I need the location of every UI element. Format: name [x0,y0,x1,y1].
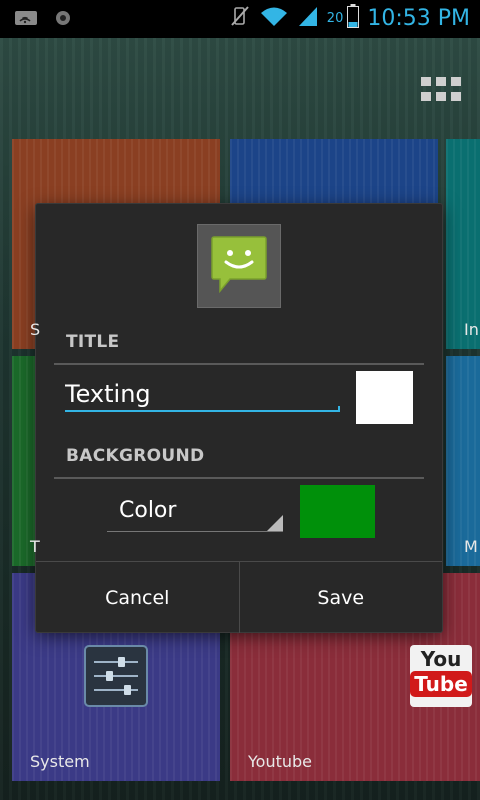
edit-tile-dialog: TITLE BACKGROUND Color Cancel Save [36,204,442,633]
battery-level: 20 [326,10,344,26]
clock: 10:53 PM [367,5,470,31]
youtube-logo-text-bottom: Tube [410,671,472,697]
select-underline [107,531,283,532]
status-bar: 20 10:53 PM [0,0,480,38]
sync-notification-icon [54,9,72,31]
youtube-logo-text-top: You [420,647,462,671]
vibrate-muted-icon [229,5,251,31]
wifi-notification-icon [14,9,40,31]
battery-icon [347,4,360,32]
settings-sliders-icon [84,645,148,711]
tile-label: In [464,320,479,339]
title-color-swatch[interactable] [356,371,413,424]
dropdown-corner-icon [267,515,283,531]
app-drawer-icon[interactable] [421,77,461,103]
youtube-logo-icon: You Tube [410,645,472,707]
messaging-smiley-icon [210,235,268,299]
cancel-button[interactable]: Cancel [36,562,239,633]
background-color-swatch[interactable] [300,485,375,538]
title-input[interactable] [65,368,340,416]
title-section-label: TITLE [66,332,120,352]
tile-top-right[interactable]: In [446,139,480,349]
save-button[interactable]: Save [238,562,443,633]
divider [54,477,424,479]
cell-signal-icon [297,5,319,31]
background-mode-select[interactable]: Color [107,488,283,532]
tile-label-youtube: Youtube [248,752,312,771]
tile-label-system: System [30,752,90,771]
tile-label: T [30,537,40,556]
background-section-label: BACKGROUND [66,446,205,466]
tile-label: S [30,320,41,339]
app-icon-picker[interactable] [197,224,281,308]
background-mode-value: Color [119,498,177,523]
dialog-button-row: Cancel Save [36,561,442,633]
wifi-signal-icon [259,5,289,31]
title-input-underline [65,406,340,412]
tile-mid-right[interactable]: M [446,356,480,566]
divider [54,363,424,365]
tile-label: M [464,537,478,556]
